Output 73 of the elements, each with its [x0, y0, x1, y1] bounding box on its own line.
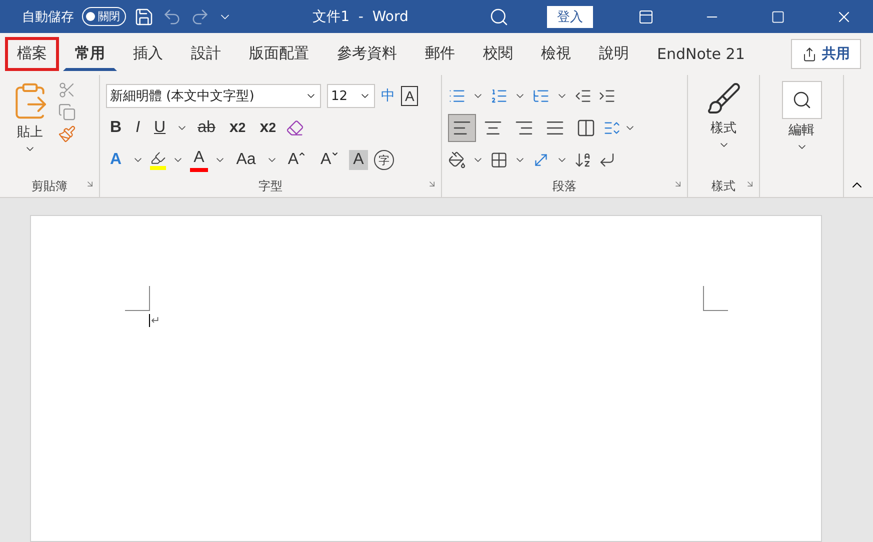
italic-button[interactable]: I	[132, 118, 144, 138]
redo-icon[interactable]	[190, 6, 210, 26]
down-chevron-icon	[331, 150, 340, 158]
ribbon-tab[interactable]: 參考資料	[325, 37, 409, 71]
effect-button[interactable]: A	[106, 150, 126, 170]
ribbon-tab[interactable]: 設計	[179, 37, 233, 71]
shrink-font-button[interactable]: A	[316, 150, 344, 170]
font-name-field[interactable]: 新細明體 (本文中文字型)	[106, 84, 321, 108]
share-button[interactable]: 共用	[791, 39, 861, 69]
align-left-button[interactable]	[448, 114, 476, 142]
diagonal-arrow-icon[interactable]	[532, 151, 550, 169]
align-distributed-icon	[576, 118, 596, 138]
increase-indent-icon[interactable]	[598, 87, 616, 105]
search-icon[interactable]	[489, 6, 509, 26]
numbering-icon[interactable]	[490, 87, 508, 105]
paste-button[interactable]: 貼上	[6, 81, 54, 175]
bold-button[interactable]: B	[106, 118, 126, 138]
save-icon[interactable]	[134, 6, 154, 26]
sort-icon[interactable]	[574, 151, 592, 169]
share-icon	[802, 46, 817, 62]
decrease-indent-icon[interactable]	[574, 87, 592, 105]
character-border-button[interactable]: A	[401, 86, 418, 106]
crop-mark	[703, 286, 728, 311]
case-button[interactable]: Aa	[232, 150, 260, 170]
editing-button[interactable]: 編輯	[778, 81, 826, 175]
copy-icon[interactable]	[58, 103, 76, 121]
return-arrow-icon[interactable]	[598, 151, 616, 169]
group-label: 字型	[258, 178, 282, 194]
font-size-field[interactable]: 12	[327, 84, 375, 108]
paint-bucket-icon[interactable]	[448, 151, 466, 169]
dialog-launcher-icon[interactable]	[673, 179, 683, 189]
ribbon-tab[interactable]: 檔案	[5, 37, 59, 71]
up-chevron-icon	[298, 150, 306, 158]
strike-button[interactable]: ab	[194, 118, 220, 138]
ribbon-tab[interactable]: 校閱	[471, 37, 525, 71]
maximize-icon[interactable]	[771, 10, 785, 24]
bullets-icon[interactable]	[448, 87, 466, 105]
shade-button[interactable]: A	[349, 150, 368, 170]
undo-icon[interactable]	[162, 6, 182, 26]
sign-in-button[interactable]: 登入	[547, 6, 593, 28]
font-color-button[interactable]: A	[190, 148, 208, 172]
dialog-launcher-icon[interactable]	[427, 179, 437, 189]
line-spacing-icon[interactable]	[603, 119, 621, 137]
ribbon-tab[interactable]: 常用	[63, 37, 117, 71]
paintbrush-icon[interactable]	[58, 125, 76, 143]
dialog-launcher-icon[interactable]	[85, 179, 95, 189]
crop-mark	[125, 286, 150, 311]
highlighter-button[interactable]	[150, 150, 166, 170]
ribbon-tab[interactable]: 插入	[121, 37, 175, 71]
paragraph-mark: ↵	[149, 314, 160, 327]
dialog-launcher-icon[interactable]	[745, 179, 755, 189]
group-label: 樣式	[712, 178, 736, 194]
enclose-characters-button[interactable]: 字	[374, 150, 394, 170]
ribbon-tab[interactable]: 郵件	[413, 37, 467, 71]
ribbon-tab[interactable]: 檢視	[529, 37, 583, 71]
scissors-icon[interactable]	[58, 81, 76, 99]
autosave-label: 自動儲存	[22, 8, 74, 26]
ribbon-tab[interactable]: EndNote 21	[645, 38, 757, 70]
underline-button[interactable]: U	[150, 118, 170, 138]
grow-font-button[interactable]: A	[284, 150, 310, 170]
phonetic-guide-button[interactable]: 中	[381, 87, 395, 105]
borders-icon[interactable]	[490, 151, 508, 169]
autosave-toggle[interactable]: 關閉	[82, 7, 126, 26]
ribbon-tab[interactable]: 版面配置	[237, 37, 321, 71]
window-title: 文件1 - Word	[312, 8, 410, 26]
styles-button[interactable]: 樣式	[702, 81, 746, 175]
search-icon	[792, 90, 812, 110]
ribbon-tab[interactable]: 說明	[587, 37, 641, 71]
group-label: 段落	[552, 178, 576, 194]
group-label: 剪貼簿	[32, 178, 68, 194]
multilevel-list-icon[interactable]	[532, 87, 550, 105]
eraser-icon[interactable]	[286, 119, 304, 137]
ribbon-display-icon[interactable]	[638, 8, 654, 24]
